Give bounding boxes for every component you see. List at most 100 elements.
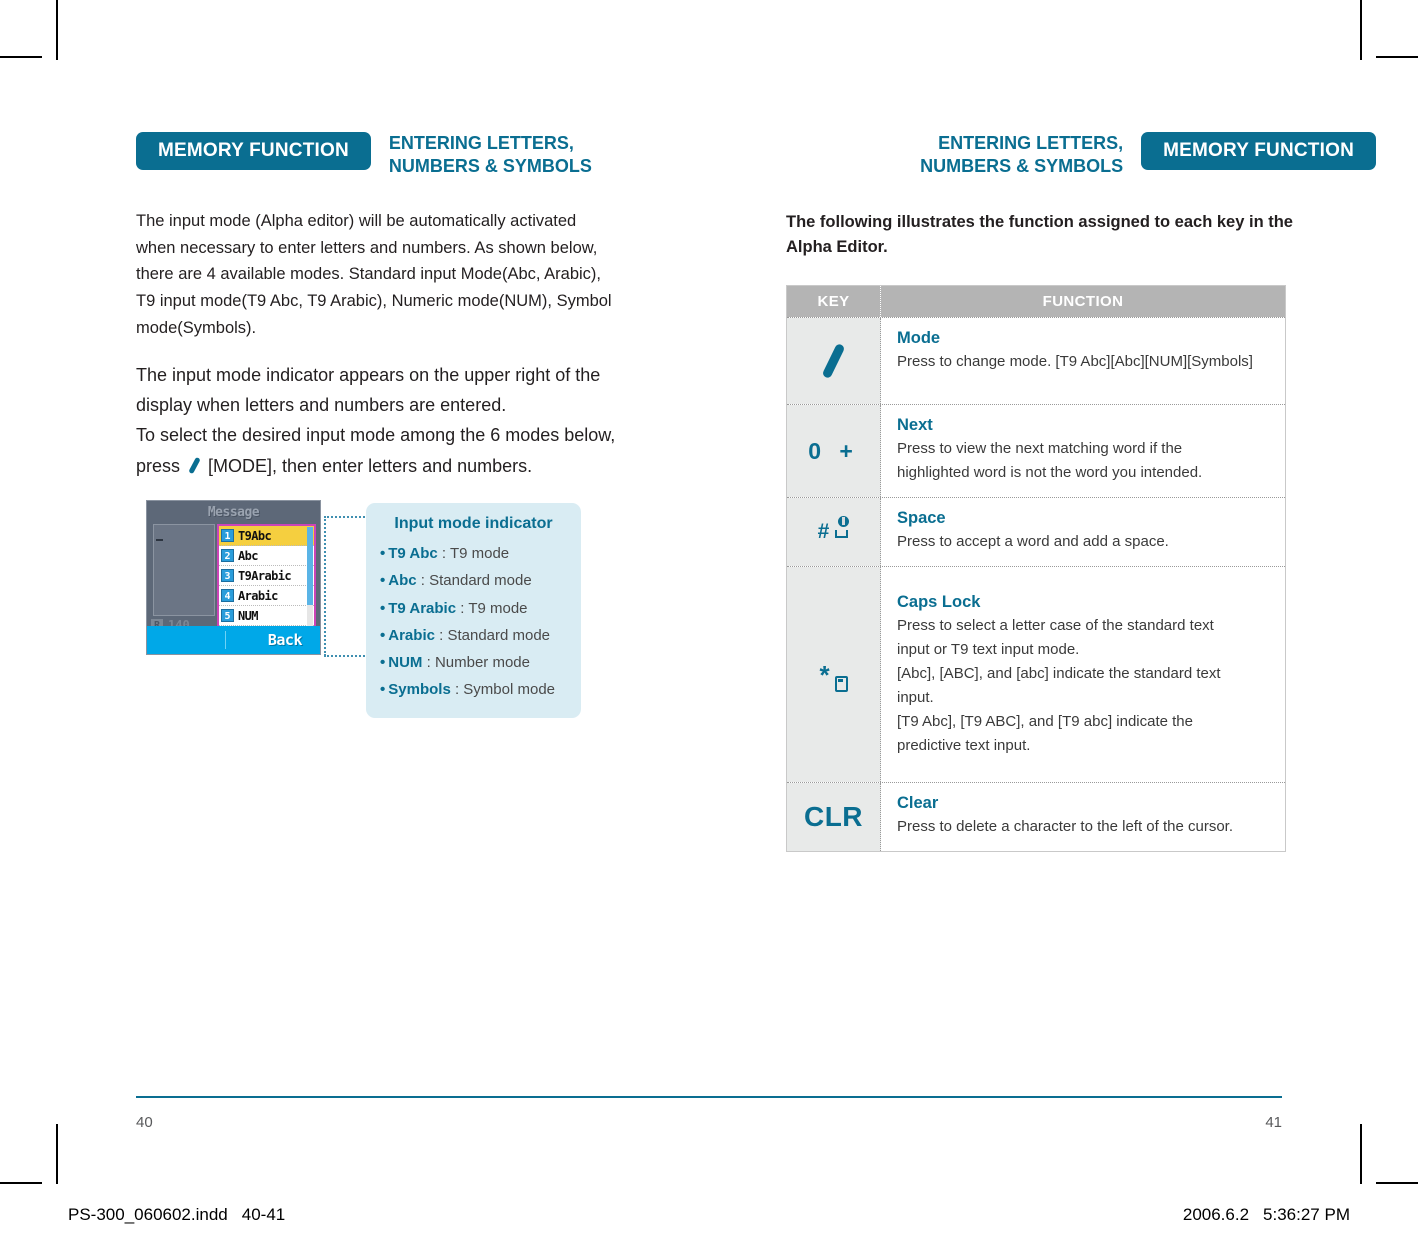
intro-line: when necessary to enter letters and numb… (136, 238, 598, 257)
callout-connector-side (324, 516, 326, 656)
slug-time: 5:36:27 PM (1263, 1205, 1350, 1224)
menu-item-number: 1 (221, 529, 234, 542)
menu-item-number: 5 (221, 609, 234, 622)
description-line: Press to select a letter case of the sta… (897, 617, 1214, 634)
zero-plus-key-icon: 0 + (808, 437, 859, 464)
key-cell: CLR (787, 783, 881, 851)
function-title: Caps Lock (897, 593, 981, 611)
callout-desc: : Symbol mode (454, 681, 556, 699)
slug-filename: PS-300_060602.indd (68, 1205, 228, 1224)
left-second-paragraph: The input mode indicator appears on the … (136, 360, 696, 481)
bullet-icon: • (380, 545, 386, 562)
table-row: 0 + Next Press to view the next matching… (787, 404, 1285, 497)
bullet-icon: • (380, 599, 386, 617)
description-line: [T9 Abc], [T9 ABC], and [T9 abc] indicat… (897, 713, 1193, 730)
memory-function-badge-right: MEMORY FUNCTION (1141, 132, 1376, 170)
slug-pages: 40-41 (241, 1205, 286, 1224)
crop-mark-bottom-right-horizontal (1376, 1182, 1418, 1184)
phone-text-editor-area (153, 524, 215, 616)
function-title: Space (897, 509, 946, 527)
callout-term: T9 Abc (388, 545, 438, 562)
section-title-right-line2: NUMBERS & SYMBOLS (920, 156, 1124, 177)
callout-list-item: • Symbols : Symbol mode (380, 676, 567, 703)
text-caret (156, 539, 163, 541)
space-underscore-icon (834, 530, 848, 538)
popup-menu-item[interactable]: 2 Abc (219, 546, 314, 566)
soft-key-back[interactable]: Back (268, 631, 303, 649)
key-cell: * (787, 567, 881, 782)
phone-soft-key-bar: Back (147, 626, 320, 654)
callout-term: Arabic (388, 626, 435, 644)
lock-icon (838, 516, 850, 527)
callout-term: NUM (388, 654, 423, 672)
crop-mark-top-right-horizontal (1376, 56, 1418, 58)
print-slug-right: 2006.6.2 5:36:27 PM (1183, 1205, 1350, 1225)
function-description: Press to select a letter case of the sta… (897, 614, 1273, 758)
table-row: * Caps Lock Press to select a letter cas… (787, 566, 1285, 782)
soft-key-divider (225, 631, 226, 649)
footer-rule (136, 1096, 1282, 1098)
section-title-right: ENTERING LETTERS, NUMBERS & SYMBOLS (920, 132, 1123, 178)
page-number-right: 41 (1265, 1114, 1282, 1131)
intro-line: there are 4 available modes. Standard in… (136, 265, 602, 284)
table-header-row: KEY FUNCTION (787, 286, 1285, 317)
column-header-function: FUNCTION (1042, 293, 1124, 310)
left-running-head: MEMORY FUNCTION ENTERING LETTERS, NUMBER… (136, 132, 592, 188)
popup-scrollbar-thumb[interactable] (307, 527, 313, 605)
key-cell (787, 318, 881, 404)
column-header-key: KEY (787, 286, 881, 317)
paragraph-line: display when letters and numbers are ent… (136, 395, 507, 416)
paragraph-line: To select the desired input mode among t… (136, 425, 616, 446)
crop-mark-bottom-left-horizontal (0, 1182, 42, 1184)
popup-menu-item[interactable]: 3 T9Arabic (219, 566, 314, 586)
section-title-left-line2: NUMBERS & SYMBOLS (388, 156, 592, 177)
callout-list-item: • Abc : Standard mode (380, 567, 567, 594)
callout-list-item: • T9 Abc : T9 mode (380, 540, 567, 567)
key-cell: 0 + (787, 405, 881, 497)
menu-item-number: 2 (221, 549, 234, 562)
hash-space-lock-key-icon: # (817, 516, 850, 544)
right-running-head: ENTERING LETTERS, NUMBERS & SYMBOLS MEMO… (920, 132, 1376, 188)
table-row: Mode Press to change mode. [T9 Abc][Abc]… (787, 317, 1285, 404)
callout-list-item: • NUM : Number mode (380, 649, 567, 676)
description-line: input. (897, 689, 934, 706)
callout-desc: : Number mode (426, 654, 530, 672)
description-line: Press to accept a word and add a space. (897, 533, 1169, 550)
popup-scrollbar[interactable] (307, 527, 313, 626)
menu-item-label: NUM (238, 608, 258, 623)
description-line: highlighted word is not the word you int… (897, 464, 1203, 481)
hash-glyph: # (817, 520, 830, 543)
menu-item-label: T9Abc (238, 528, 272, 543)
intro-line: T9 input mode(T9 Abc, T9 Arabic), Numeri… (136, 292, 612, 311)
phone-screen-title: Message (207, 505, 260, 520)
function-cell: Next Press to view the next matching wor… (881, 405, 1285, 497)
page-number-left: 40 (136, 1114, 153, 1131)
function-cell: Caps Lock Press to select a letter case … (881, 567, 1285, 782)
callout-list-item: • Arabic : Standard mode (380, 622, 567, 649)
menu-item-label: T9Arabic (238, 568, 292, 583)
function-title: Mode (897, 329, 941, 347)
callout-desc: : T9 mode (460, 599, 528, 617)
input-mode-indicator-callout: Input mode indicator • T9 Abc : T9 mode •… (366, 503, 581, 718)
popup-menu-item[interactable]: 4 Arabic (219, 586, 314, 606)
function-description: Press to change mode. [T9 Abc][Abc][NUM]… (897, 350, 1273, 374)
menu-item-label: Arabic (238, 588, 278, 603)
popup-menu-item[interactable]: 5 NUM (219, 606, 314, 626)
left-page: MEMORY FUNCTION ENTERING LETTERS, NUMBER… (136, 0, 726, 1240)
star-silent-mode-key-icon: * (819, 662, 848, 692)
press-word: press (136, 455, 181, 476)
popup-menu-item[interactable]: 1 T9Abc (219, 526, 314, 546)
function-cell: Mode Press to change mode. [T9 Abc][Abc]… (881, 318, 1285, 404)
mode-soft-key-icon (184, 455, 204, 475)
callout-term: T9 Arabic (388, 599, 457, 617)
callout-desc: : Standard mode (420, 572, 532, 590)
function-title: Clear (897, 794, 939, 812)
table-row: # Space Press to accept a word and add a… (787, 497, 1285, 566)
crop-mark-top-left-horizontal (0, 56, 42, 58)
function-cell: Space Press to accept a word and add a s… (881, 498, 1285, 566)
input-mode-popup-menu[interactable]: 1 T9Abc 2 Abc 3 T9Arabic 4 Arabic 5 NUM (217, 524, 316, 629)
function-description: Press to delete a character to the left … (897, 815, 1273, 839)
right-page: ENTERING LETTERS, NUMBERS & SYMBOLS MEMO… (786, 0, 1376, 1240)
slug-date: 2006.6.2 (1182, 1205, 1250, 1224)
phone-screen-mockup: Message R 140 1 T9Abc 2 Abc 3 T9Arabic 4… (146, 500, 321, 655)
